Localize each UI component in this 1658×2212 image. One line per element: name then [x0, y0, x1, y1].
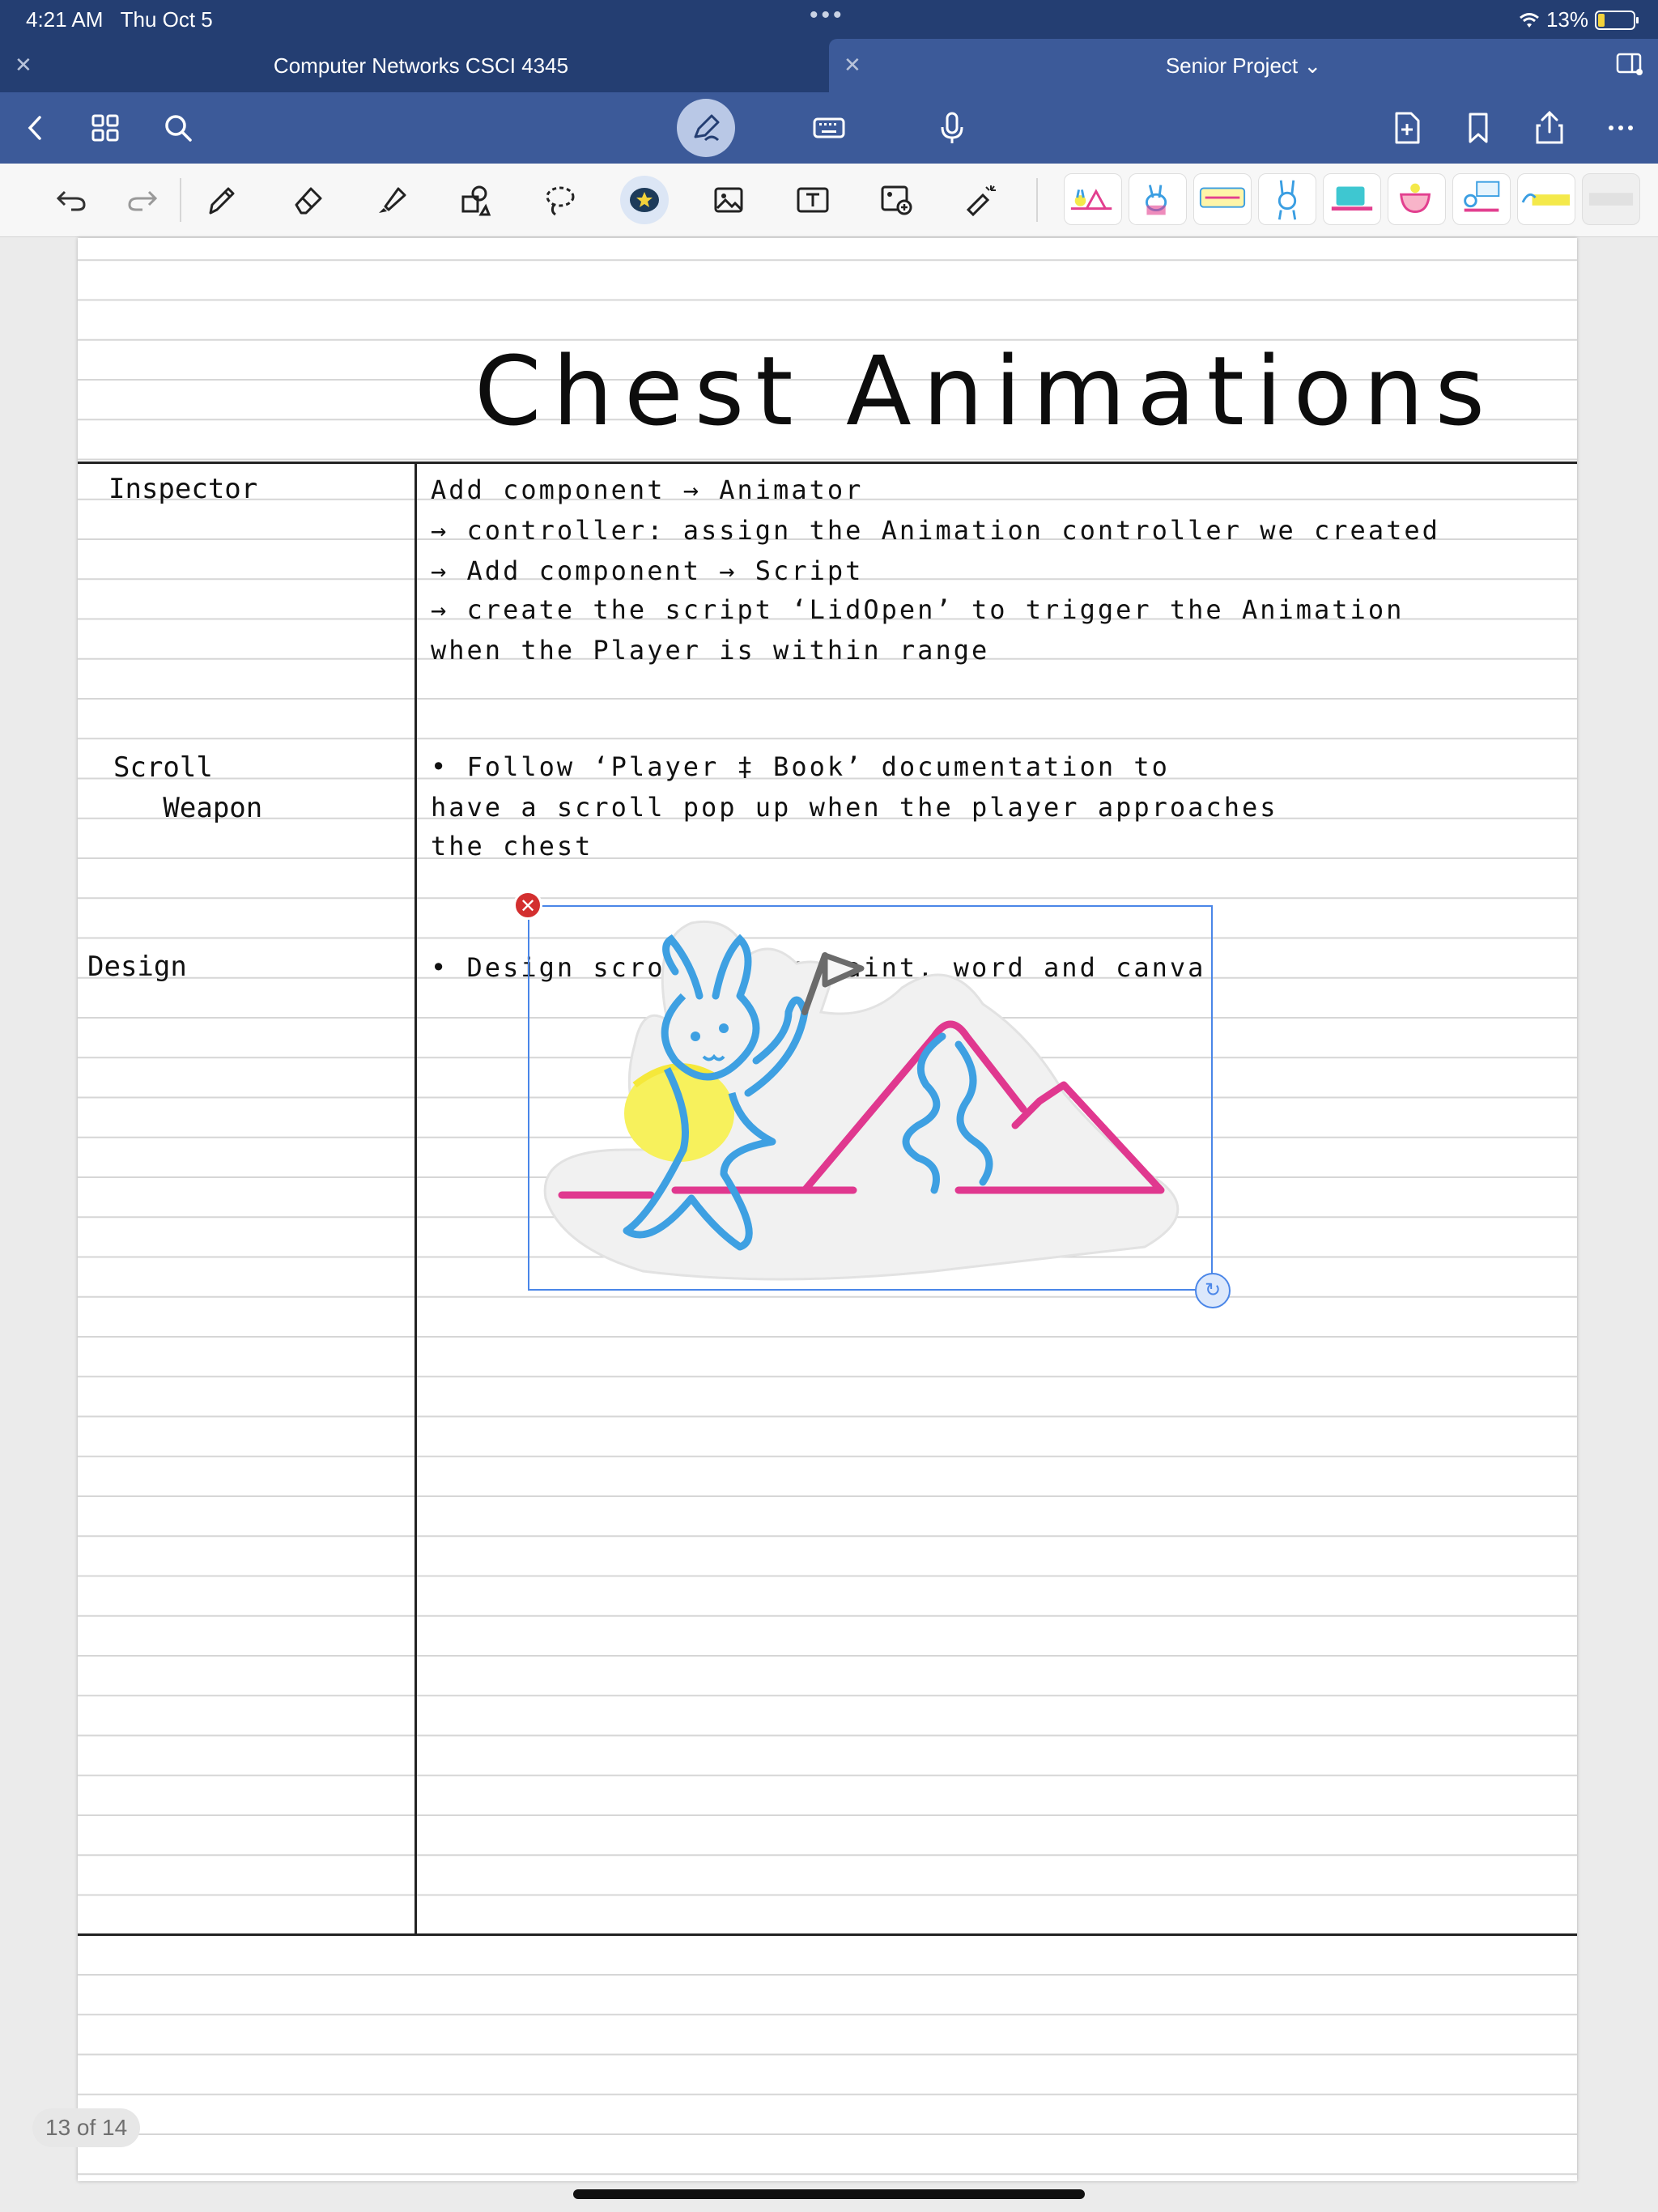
recent-sticker-highlight[interactable]	[1517, 173, 1575, 225]
recent-sticker-laptop[interactable]	[1323, 173, 1381, 225]
redo-icon	[128, 190, 158, 211]
status-right: 13%	[1519, 7, 1639, 32]
image-tool[interactable]	[704, 176, 753, 224]
bunny-mountain-sticker[interactable]	[529, 907, 1211, 1289]
multitask-dots-icon[interactable]: •••	[810, 2, 845, 29]
tab-label: Computer Networks CSCI 4345	[273, 53, 569, 78]
add-page-button[interactable]	[1383, 104, 1431, 152]
search-button[interactable]	[154, 104, 202, 152]
lasso-icon	[546, 186, 575, 216]
spellcheck-underline	[1218, 957, 1315, 985]
tab-bar: ✕ Computer Networks CSCI 4345 ✕ Senior P…	[0, 39, 1658, 92]
home-indicator[interactable]	[573, 2189, 1085, 2199]
recent-sticker-blank[interactable]	[1582, 173, 1640, 225]
recent-sticker-bunny-book[interactable]	[1129, 173, 1187, 225]
note-line: Add component → Animator	[431, 474, 864, 505]
wifi-icon	[1520, 12, 1539, 28]
more-button[interactable]	[1596, 104, 1645, 152]
lasso-tool[interactable]	[536, 176, 585, 224]
eraser-tool[interactable]	[283, 176, 332, 224]
note-line: when the Player is within range	[431, 635, 990, 666]
spellcheck-underline	[839, 599, 981, 627]
share-icon	[1536, 110, 1563, 144]
table-bottom-rule	[78, 1933, 1577, 1936]
table-top-rule	[78, 462, 1577, 464]
page-title: Chest Animations	[474, 335, 1497, 447]
tab-computer-networks[interactable]: ✕ Computer Networks CSCI 4345	[0, 39, 827, 92]
recent-sticker-ticket[interactable]	[1193, 173, 1252, 225]
image-icon	[714, 187, 743, 213]
note-line: have a scroll pop up when the player app…	[431, 792, 1278, 823]
battery-percent: 13%	[1545, 7, 1588, 32]
note-line: • Follow ‘Player ‡ Book’ documentation t…	[431, 751, 1170, 782]
note-line: the chest	[431, 831, 593, 861]
pen-icon	[209, 187, 235, 215]
search-icon	[165, 115, 192, 142]
microphone-button[interactable]	[928, 104, 976, 152]
toolbar-divider	[1036, 178, 1038, 222]
recent-sticker-mountain[interactable]	[1064, 173, 1122, 225]
status-bar: 4:21 AM Thu Oct 5 ••• 13%	[0, 0, 1658, 39]
selected-sticker-frame[interactable]	[528, 905, 1213, 1291]
more-icon	[1609, 125, 1633, 130]
sidebar-toggle-icon[interactable]	[1616, 52, 1643, 76]
chevron-left-icon	[28, 116, 41, 140]
keyboard-icon	[813, 117, 845, 138]
status-time: 4:21 AM Thu Oct 5	[26, 7, 213, 32]
image-capture-tool[interactable]	[873, 176, 921, 224]
eraser-icon	[295, 187, 322, 215]
tool-bar	[0, 164, 1658, 237]
back-button[interactable]	[11, 104, 60, 152]
recent-sticker-cup[interactable]	[1388, 173, 1446, 225]
keyboard-button[interactable]	[805, 104, 853, 152]
redo-button[interactable]	[118, 176, 167, 224]
toolbar-divider	[180, 178, 181, 222]
battery-icon	[1595, 10, 1639, 30]
pen-mode-icon	[694, 114, 720, 142]
rotate-handle-icon[interactable]: ↻	[1195, 1273, 1231, 1308]
pen-mode-button[interactable]	[677, 99, 735, 157]
row-label-weapon: Weapon	[113, 792, 263, 824]
note-line: → Add component → Script	[431, 555, 864, 586]
shape-tool[interactable]	[452, 176, 500, 224]
row-label-inspector: Inspector	[108, 473, 258, 505]
microphone-icon	[941, 112, 963, 143]
undo-icon	[56, 190, 86, 211]
row-label-scroll: Scroll	[113, 751, 213, 784]
bookmark-button[interactable]	[1454, 104, 1503, 152]
tab-senior-project[interactable]: ✕ Senior Project ⌄	[829, 39, 1658, 92]
page-indicator[interactable]: 13 of 14	[32, 2108, 141, 2147]
laser-pointer-tool[interactable]	[957, 176, 1005, 224]
highlighter-icon	[379, 187, 406, 213]
sticker-icon	[630, 188, 659, 212]
table-column-divider	[414, 462, 417, 1933]
pen-tool[interactable]	[198, 176, 246, 224]
image-capture-icon	[881, 185, 912, 215]
chevron-down-icon: ⌄	[1303, 53, 1322, 78]
text-tool[interactable]	[789, 176, 837, 224]
share-button[interactable]	[1525, 104, 1574, 152]
recent-sticker-bunny[interactable]	[1258, 173, 1316, 225]
grid-icon	[91, 114, 119, 142]
note-line: → controller: assign the Animation contr…	[431, 515, 1440, 546]
tab-label: Senior Project ⌄	[1165, 53, 1322, 78]
navigation-bar	[0, 92, 1658, 164]
recent-sticker-bunny-desk[interactable]	[1452, 173, 1511, 225]
shapes-icon	[461, 185, 491, 216]
add-page-icon	[1395, 112, 1420, 144]
laser-pointer-icon	[966, 185, 996, 217]
row-label-design: Design	[87, 951, 187, 983]
undo-button[interactable]	[47, 176, 96, 224]
sticker-tool[interactable]	[620, 176, 669, 224]
highlighter-tool[interactable]	[368, 176, 416, 224]
bookmark-icon	[1469, 113, 1488, 143]
text-box-icon	[797, 187, 829, 213]
grid-view-button[interactable]	[81, 104, 130, 152]
delete-sticker-button[interactable]: ✕	[513, 891, 542, 920]
